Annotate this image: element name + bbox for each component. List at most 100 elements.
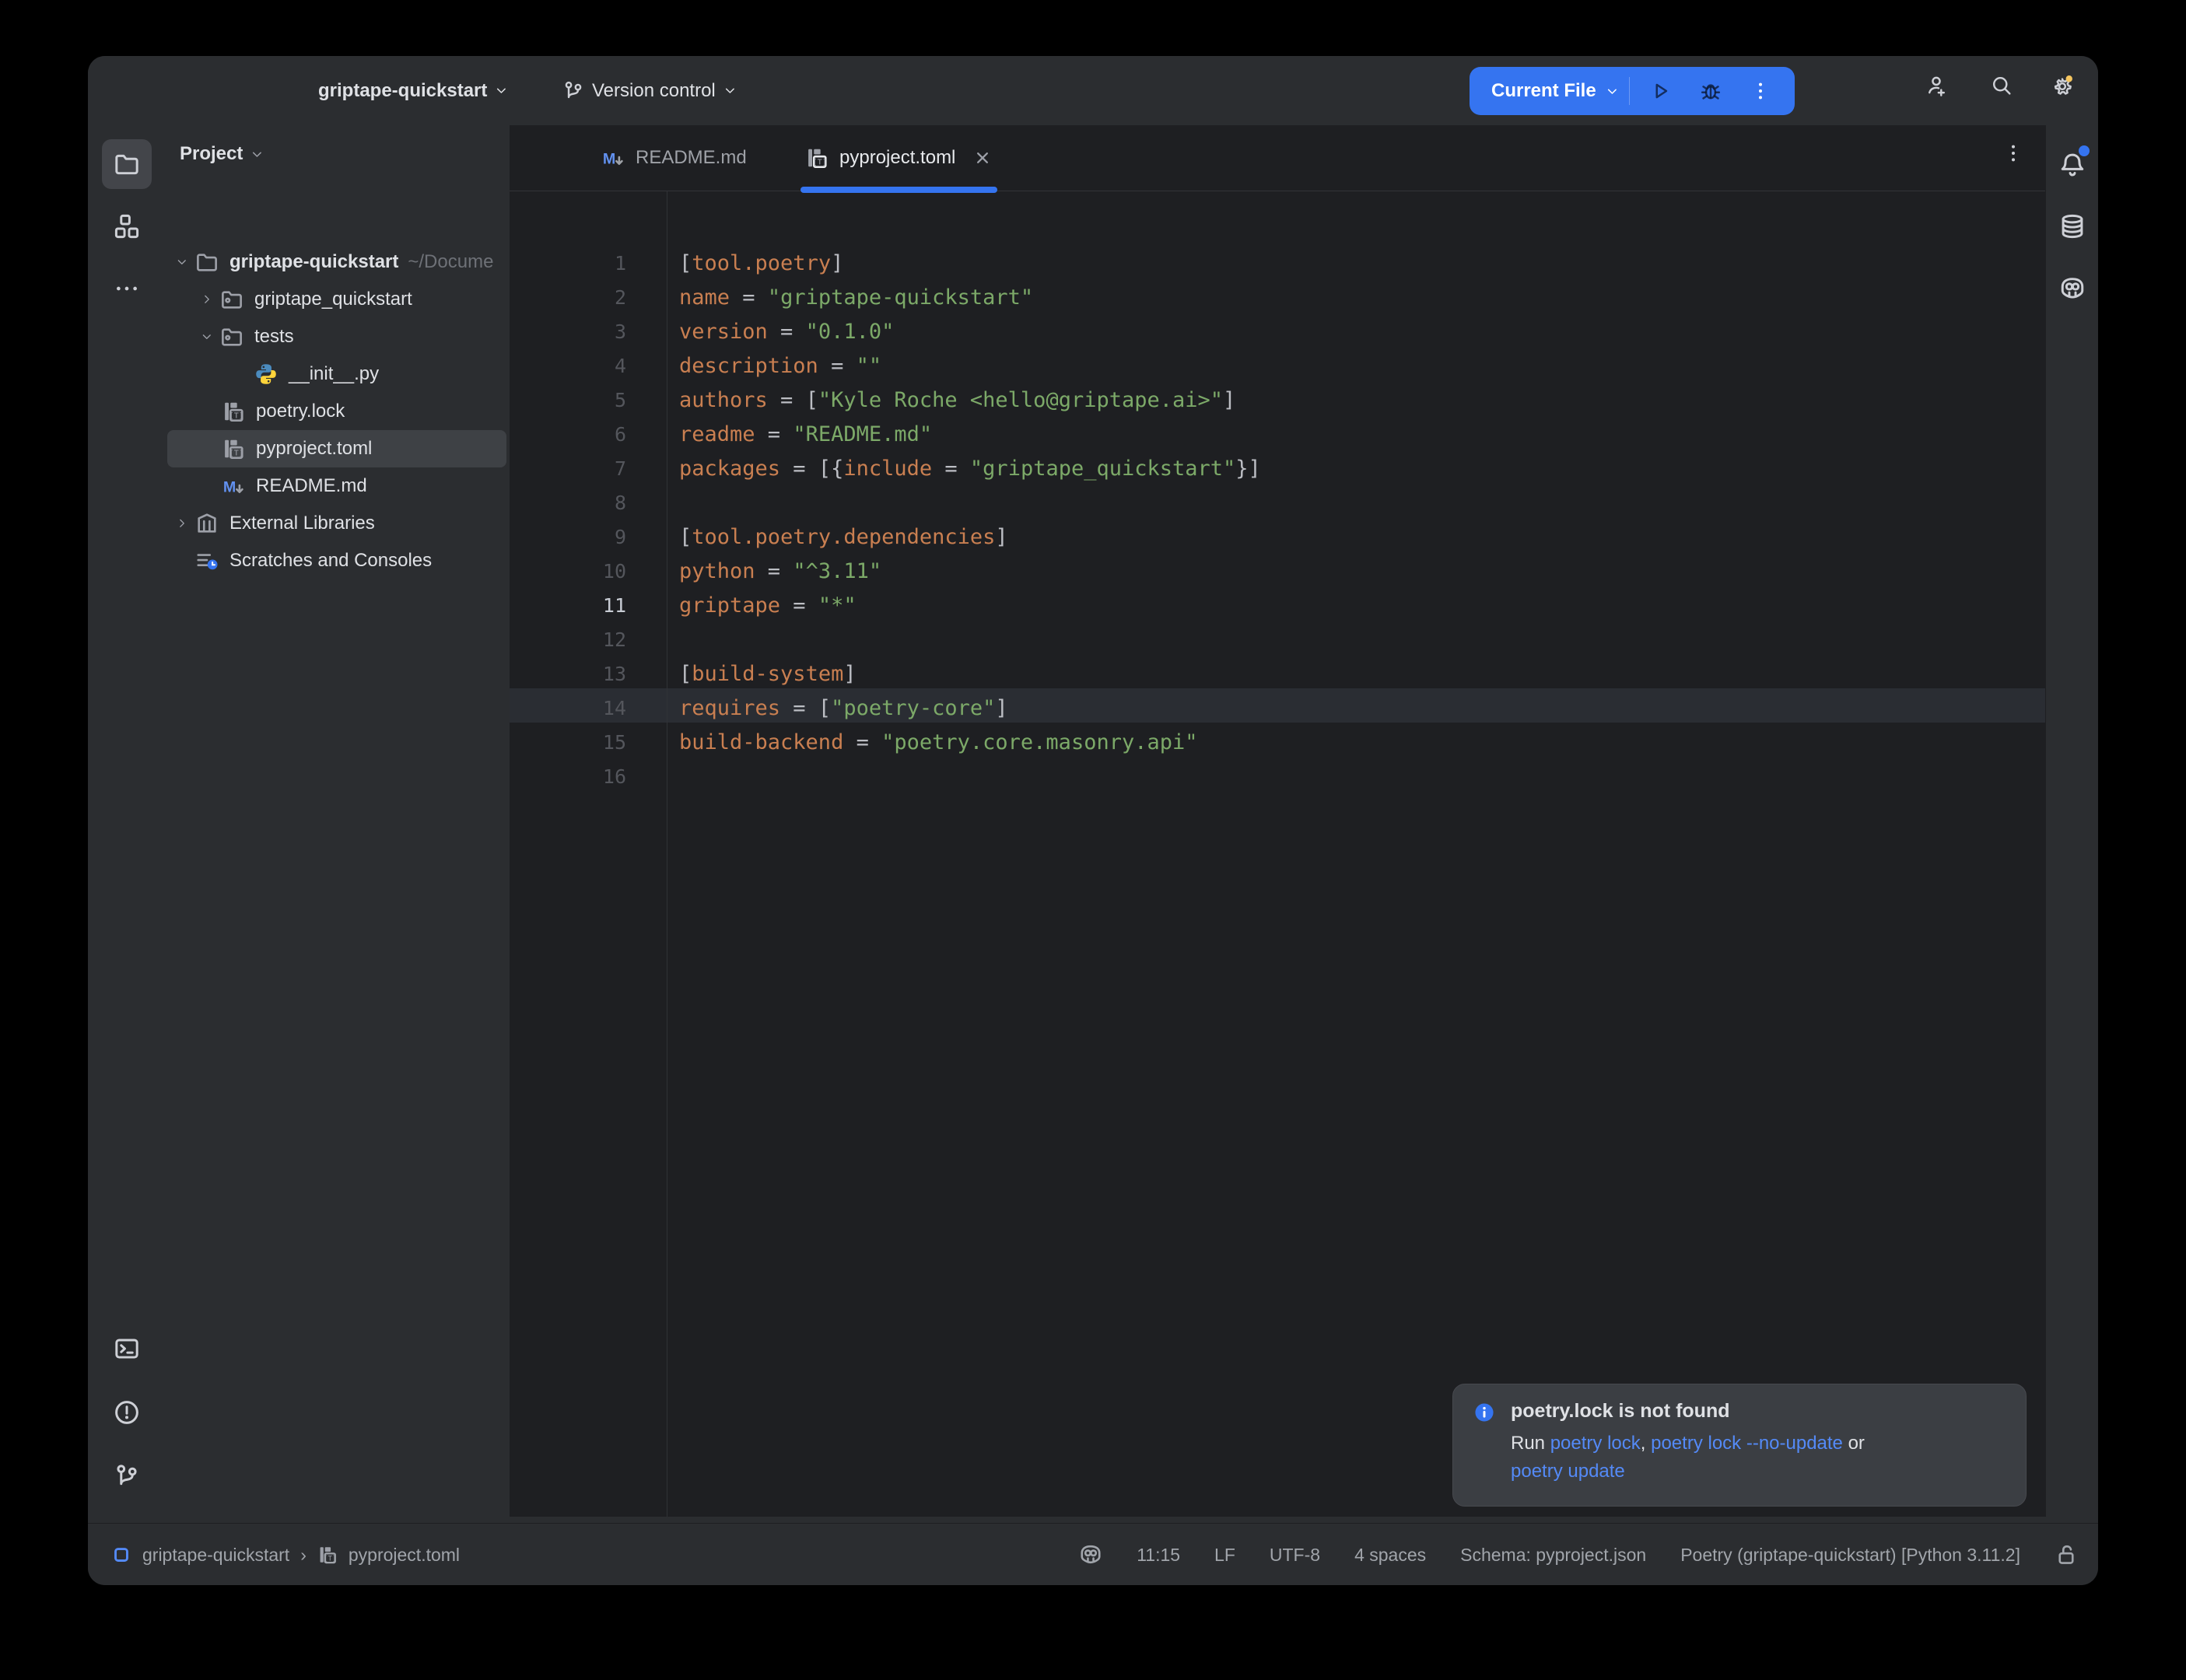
toml-icon[interactable]: [T] (317, 1545, 338, 1565)
project-name-label: griptape-quickstart (318, 56, 487, 125)
folder-icon (194, 249, 220, 275)
json-schema[interactable]: Schema: pyproject.json (1460, 1545, 1646, 1566)
tab-pyproject-toml[interactable]: [T]pyproject.toml (805, 125, 993, 191)
git-branch-icon[interactable] (102, 1451, 152, 1501)
run-configuration-label: Current File (1491, 80, 1596, 102)
toast-link[interactable]: poetry lock --no-update (1651, 1433, 1843, 1454)
token-key: build-backend (679, 730, 843, 754)
tree-item-griptape-quickstart[interactable]: griptape-quickstart~/Docume (167, 243, 506, 281)
chevron-right-icon[interactable] (170, 517, 194, 530)
line-number: 14 (510, 691, 626, 726)
token-str: "" (857, 354, 882, 378)
svg-text:[T]: [T] (813, 159, 827, 167)
notifications-bell-icon[interactable] (2048, 139, 2097, 189)
line-number: 4 (510, 349, 626, 383)
token-brk: [ (679, 662, 692, 686)
more-icon[interactable] (102, 264, 152, 313)
project-folder-icon[interactable] (102, 139, 152, 189)
chevron-down-icon[interactable] (170, 256, 194, 268)
breadcrumb-separator: › (300, 1545, 307, 1566)
token-brk: ] (995, 525, 1007, 549)
database-icon[interactable] (2048, 201, 2097, 251)
token-op: = (730, 285, 768, 310)
tree-item-scratches-and-consoles[interactable]: Scratches and Consoles (167, 542, 506, 579)
project-selector[interactable]: griptape-quickstart (318, 56, 508, 125)
toast-link[interactable]: poetry update (1511, 1461, 1625, 1482)
line-separator[interactable]: LF (1214, 1545, 1235, 1566)
close-icon[interactable] (972, 148, 993, 168)
toast-text: or (1843, 1433, 1865, 1454)
settings-gear-icon[interactable] (2051, 75, 2073, 96)
run-configuration-selector[interactable]: Current File (1470, 80, 1629, 102)
tree-item-label: poetry.lock (256, 401, 345, 422)
search-icon[interactable] (1991, 75, 2013, 96)
code-line-14: requires = ["poetry-core"] (679, 691, 1008, 726)
token-op: = (818, 354, 857, 378)
debug-button[interactable] (1700, 80, 1722, 102)
token-brk: [ (679, 525, 692, 549)
token-str: "poetry.core.masonry.api" (881, 730, 1197, 754)
add-user-icon[interactable] (1925, 75, 1947, 96)
project-panel-title: Project (180, 143, 243, 165)
caret-position[interactable]: 11:15 (1137, 1545, 1180, 1566)
code-line-5: authors = ["Kyle Roche <hello@griptape.a… (679, 383, 1235, 418)
writable-status-icon[interactable] (2055, 1543, 2078, 1566)
token-key: include (843, 457, 932, 481)
file-encoding[interactable]: UTF-8 (1270, 1545, 1320, 1566)
toast-link[interactable]: poetry lock (1550, 1433, 1641, 1454)
line-number: 2 (510, 281, 626, 315)
line-number: 15 (510, 726, 626, 760)
folder-src-icon (219, 286, 245, 313)
ai-assistant-icon[interactable] (2048, 264, 2097, 313)
tree-item-readme-md[interactable]: MREADME.md (167, 467, 506, 505)
line-number: 12 (510, 623, 626, 657)
project-panel-header[interactable]: Project (180, 125, 264, 183)
vcs-label: Version control (592, 56, 716, 125)
tab-options-kebab-icon[interactable] (2002, 142, 2024, 164)
python-icon (253, 361, 279, 387)
chevron-down-icon[interactable] (195, 331, 219, 343)
toml-icon: [T] (220, 398, 247, 425)
tree-item-label: tests (254, 326, 294, 348)
toml-icon: [T] (220, 436, 247, 462)
notification-toast[interactable]: poetry.lock is not found Run poetry lock… (1452, 1384, 2027, 1507)
svg-text:[T]: [T] (324, 1555, 336, 1563)
tab-readme-md[interactable]: MREADME.md (601, 125, 747, 191)
tree-item-griptape-quickstart[interactable]: griptape_quickstart (167, 281, 506, 318)
token-key: requires (679, 696, 780, 720)
copilot-status-icon[interactable] (1079, 1543, 1102, 1566)
more-run-options-button[interactable] (1750, 80, 1771, 102)
folder-src-icon (219, 324, 245, 350)
python-interpreter[interactable]: Poetry (griptape-quickstart) [Python 3.1… (1680, 1545, 2020, 1566)
svg-text:M: M (223, 479, 236, 496)
token-brk: [ (679, 251, 692, 275)
problems-icon[interactable] (102, 1388, 152, 1437)
token-str: "0.1.0" (806, 320, 895, 344)
token-str: "poetry-core" (831, 696, 995, 720)
indent-style[interactable]: 4 spaces (1354, 1545, 1426, 1566)
project-path-label: ~/Docume (408, 251, 493, 273)
project-status-icon[interactable] (111, 1545, 131, 1565)
badge-dot (2079, 145, 2090, 156)
token-str: "griptape_quickstart" (970, 457, 1235, 481)
line-number: 1 (510, 247, 626, 281)
tree-item-poetry-lock[interactable]: [T] poetry.lock (167, 393, 506, 430)
breadcrumb[interactable]: griptape-quickstart › [T] pyproject.toml (111, 1545, 460, 1566)
structure-icon[interactable] (102, 201, 152, 251)
tree-item-tests[interactable]: tests (167, 318, 506, 355)
breadcrumb-item[interactable]: griptape-quickstart (142, 1545, 289, 1566)
tree-item--init-py[interactable]: __init__.py (167, 355, 506, 393)
vcs-widget[interactable]: Version control (562, 56, 737, 125)
breadcrumb-item[interactable]: pyproject.toml (349, 1545, 460, 1566)
chevron-right-icon[interactable] (195, 293, 219, 306)
token-brk: ] (831, 251, 843, 275)
tree-item-pyproject-toml[interactable]: [T]pyproject.toml (167, 430, 506, 467)
code-line-4: description = "" (679, 349, 881, 383)
token-op: = (768, 320, 806, 344)
token-op: = (780, 593, 818, 618)
token-key: description (679, 354, 818, 378)
tree-item-external-libraries[interactable]: External Libraries (167, 505, 506, 542)
status-bar: griptape-quickstart › [T] pyproject.toml 11… (88, 1523, 2098, 1585)
run-button[interactable] (1650, 80, 1672, 102)
terminal-icon[interactable] (102, 1324, 152, 1374)
